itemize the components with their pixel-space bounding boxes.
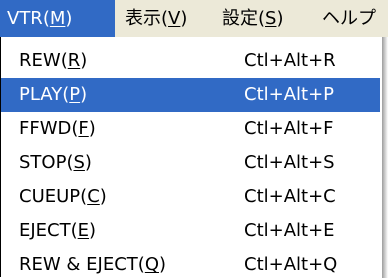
- menu-item-cueup[interactable]: CUEUP(C) Ctl+Alt+C: [1, 180, 380, 214]
- menu-item-label: REW(R): [19, 50, 88, 71]
- menu-item-shortcut: Ctl+Alt+C: [244, 186, 336, 207]
- menu-settings[interactable]: 設定(S): [222, 0, 284, 37]
- menu-item-stop[interactable]: STOP(S) Ctl+Alt+S: [1, 146, 380, 180]
- menu-item-shortcut: Ctl+Alt+E: [244, 220, 335, 241]
- menu-help-label: ヘルプ: [322, 8, 376, 29]
- menu-view[interactable]: 表示(V): [125, 0, 187, 37]
- menu-item-label: REW & EJECT(Q): [19, 254, 167, 275]
- menu-item-label: FFWD(F): [19, 118, 96, 139]
- menu-help[interactable]: ヘルプ: [322, 0, 376, 37]
- menu-item-shortcut: Ctl+Alt+F: [244, 118, 334, 139]
- menu-item-label: EJECT(E): [19, 220, 97, 241]
- menu-item-eject[interactable]: EJECT(E) Ctl+Alt+E: [1, 214, 380, 248]
- menu-settings-label: 設定(S): [222, 8, 284, 29]
- menu-vtr-label: VTR(M): [7, 8, 73, 29]
- menu-item-label: STOP(S): [19, 152, 92, 173]
- menu-vtr[interactable]: VTR(M): [0, 0, 115, 37]
- menu-item-rew[interactable]: REW(R) Ctl+Alt+R: [1, 44, 380, 78]
- menu-item-shortcut: Ctl+Alt+R: [244, 50, 336, 71]
- menu-bar: VTR(M) 表示(V) 設定(S) ヘルプ: [0, 0, 388, 37]
- menu-item-rew-and-eject[interactable]: REW & EJECT(Q) Ctl+Alt+Q: [1, 248, 380, 278]
- menu-item-play[interactable]: PLAY(P) Ctl+Alt+P: [1, 78, 380, 112]
- menu-view-label: 表示(V): [125, 8, 188, 29]
- menu-item-label: PLAY(P): [19, 84, 88, 105]
- menu-item-shortcut: Ctl+Alt+S: [244, 152, 335, 173]
- dropdown-shadow: [382, 37, 388, 278]
- menu-item-shortcut: Ctl+Alt+P: [244, 84, 335, 105]
- application-window: VTR(M) 表示(V) 設定(S) ヘルプ REW(R) Ctl+Alt+R …: [0, 0, 388, 278]
- menu-item-label: CUEUP(C): [19, 186, 107, 207]
- menu-item-shortcut: Ctl+Alt+Q: [244, 254, 338, 275]
- menu-item-ffwd[interactable]: FFWD(F) Ctl+Alt+F: [1, 112, 380, 146]
